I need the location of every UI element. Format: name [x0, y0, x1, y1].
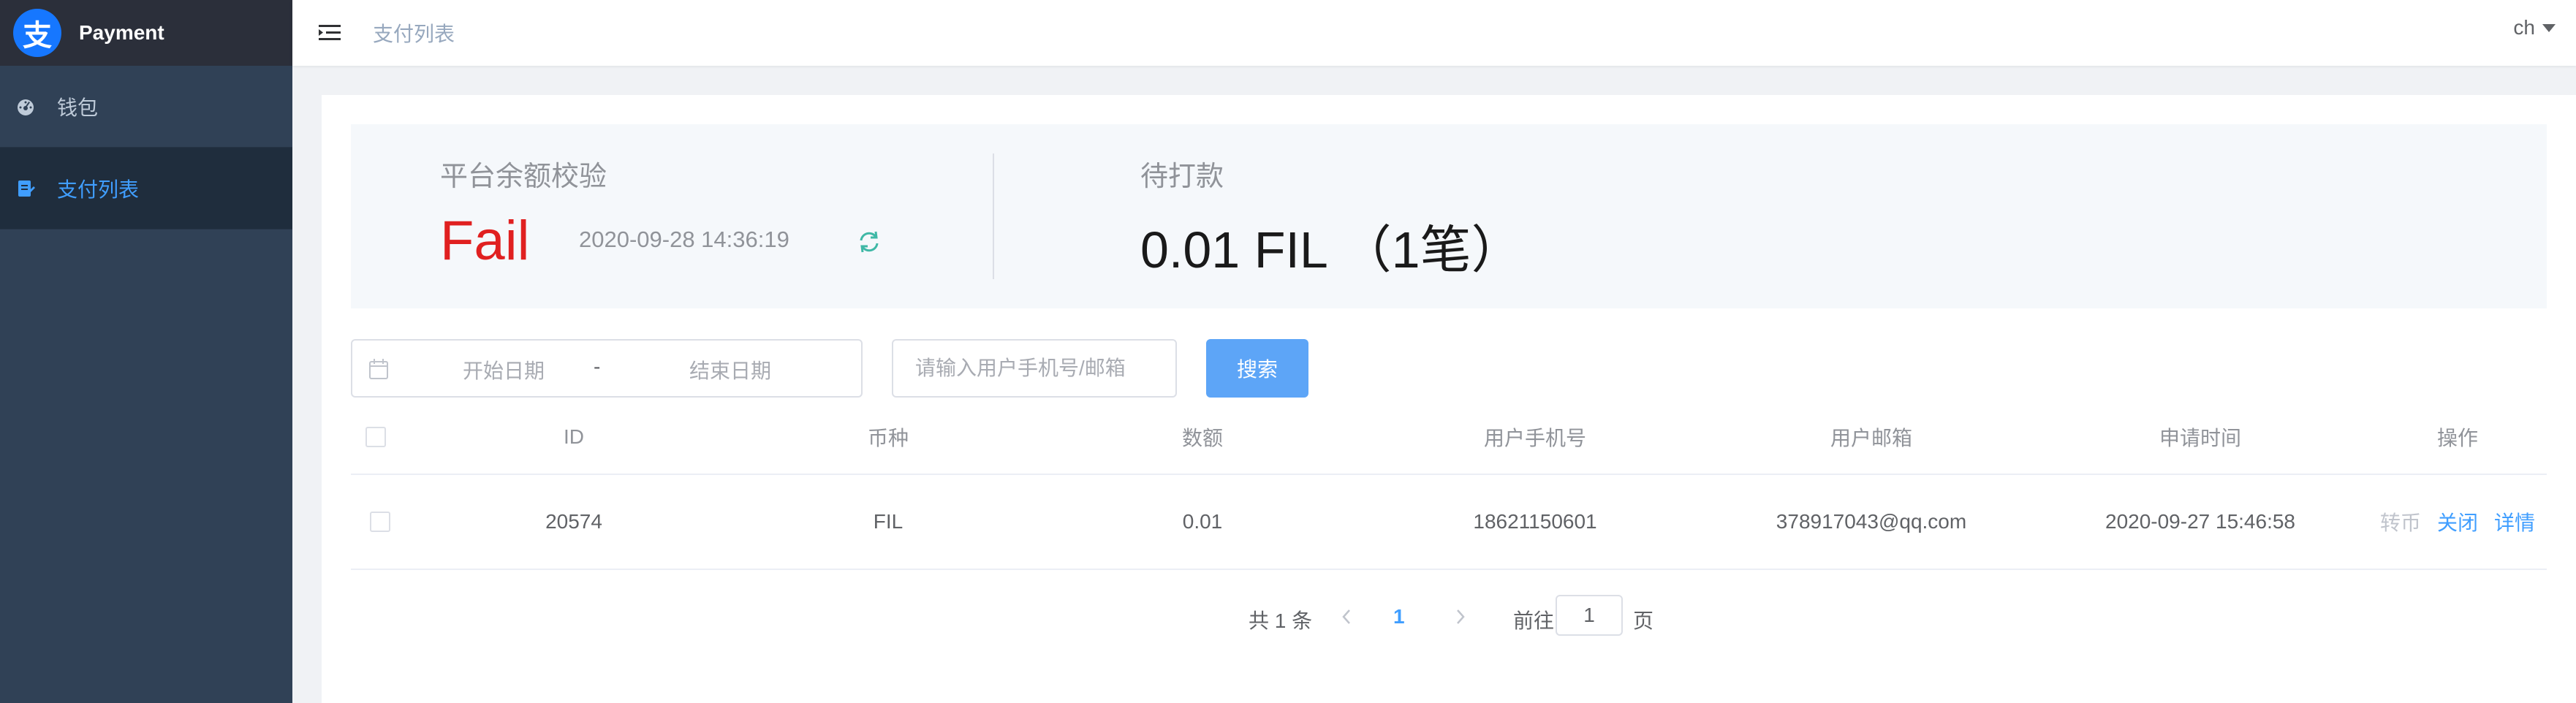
select-all-checkbox[interactable] — [365, 427, 386, 447]
date-separator: - — [594, 355, 601, 378]
column-header: 用户手机号 — [1483, 427, 1586, 449]
status-text: Fail — [440, 210, 530, 272]
menu-toggle-icon[interactable] — [317, 20, 342, 45]
sidebar-item-label: 钱包 — [57, 96, 99, 119]
column-header: ID — [564, 425, 584, 448]
language-label: ch — [2513, 16, 2535, 39]
pending-amount: 0.01 FIL （1笔） — [1140, 221, 1523, 278]
sidebar-item-payment-list[interactable]: 支付列表 — [0, 148, 292, 229]
sidebar-item-wallet[interactable]: 钱包 — [0, 66, 292, 148]
language-select[interactable]: ch — [2513, 16, 2556, 39]
pending-label: 待打款 — [1140, 162, 1224, 192]
page-suffix: 页 — [1633, 609, 1654, 632]
column-header: 操作 — [2436, 427, 2478, 449]
cell-time: 2020-09-27 15:46:58 — [2105, 510, 2295, 533]
end-date-input[interactable]: 结束日期 — [675, 355, 785, 384]
refresh-icon[interactable] — [855, 228, 883, 256]
cell-phone: 18621150601 — [1473, 510, 1597, 533]
close-button[interactable]: 关闭 — [2437, 507, 2478, 536]
main-content: 平台余额校验 Fail 2020-09-28 14:36:19 待打款 0.01… — [322, 95, 2576, 703]
chevron-right-icon[interactable] — [1452, 607, 1469, 627]
goto-label: 前往 — [1513, 609, 1555, 632]
check-timestamp: 2020-09-28 14:36:19 — [579, 227, 789, 252]
row-checkbox[interactable] — [370, 512, 390, 532]
sidebar-item-label: 支付列表 — [57, 178, 140, 201]
dashboard-icon — [16, 97, 35, 116]
row-checkbox-cell — [351, 475, 409, 569]
chevron-left-icon[interactable] — [1338, 607, 1355, 627]
brand: 支 Payment — [0, 0, 292, 66]
top-navbar: 支付列表 ch — [292, 0, 2576, 66]
table-header: ID 币种 数额 用户手机号 用户邮箱 申请时间 操作 — [351, 400, 2547, 475]
caret-down-icon — [2542, 23, 2556, 32]
alipay-logo-icon: 支 — [13, 9, 61, 57]
goto-page-input[interactable] — [1556, 595, 1623, 636]
column-header: 数额 — [1181, 427, 1223, 449]
header-checkbox-cell — [351, 400, 401, 474]
balance-check-label: 平台余额校验 — [440, 162, 607, 192]
details-button[interactable]: 详情 — [2494, 507, 2535, 536]
app-title: Payment — [79, 21, 164, 44]
pagination: 共 1 条 1 前往 页 — [322, 595, 2576, 639]
summary-divider — [993, 153, 994, 279]
cell-amount: 0.01 — [1182, 510, 1223, 533]
transfer-button[interactable]: 转币 — [2380, 507, 2421, 536]
column-header: 用户邮箱 — [1830, 427, 1912, 449]
date-range-picker[interactable]: 开始日期 - 结束日期 — [351, 339, 863, 398]
payment-table: ID 币种 数额 用户手机号 用户邮箱 申请时间 操作 20574 FIL 0.… — [351, 400, 2547, 570]
cell-actions: 转币 关闭 详情 — [2368, 475, 2547, 569]
column-header: 币种 — [867, 427, 909, 449]
search-button[interactable]: 搜索 — [1206, 339, 1308, 398]
cell-currency: FIL — [873, 510, 904, 533]
document-icon — [16, 179, 35, 198]
column-header: 申请时间 — [2159, 427, 2241, 449]
breadcrumb: 支付列表 — [373, 23, 455, 45]
summary-panel: 平台余额校验 Fail 2020-09-28 14:36:19 待打款 0.01… — [351, 124, 2547, 308]
calendar-icon — [369, 359, 388, 379]
cell-email: 378917043@qq.com — [1776, 510, 1967, 533]
sidebar: 支 Payment 钱包 支付列表 — [0, 0, 292, 703]
cell-id: 20574 — [545, 510, 602, 533]
start-date-input[interactable]: 开始日期 — [449, 355, 558, 384]
page-number-current[interactable]: 1 — [1393, 605, 1405, 628]
table-row: 20574 FIL 0.01 18621150601 378917043@qq.… — [351, 475, 2547, 570]
pagination-total: 共 1 条 — [1249, 609, 1313, 632]
search-input[interactable] — [892, 339, 1177, 398]
